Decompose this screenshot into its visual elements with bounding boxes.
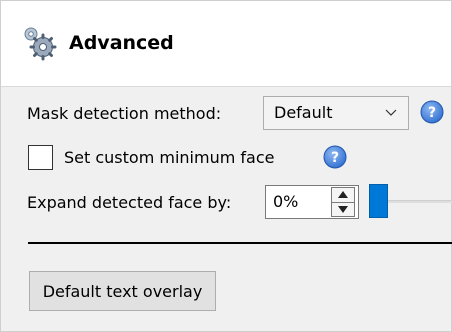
gears-icon <box>24 27 57 61</box>
mask-detection-label: Mask detection method: <box>27 104 222 123</box>
section-divider <box>28 242 452 244</box>
svg-text:?: ? <box>428 105 436 121</box>
custom-minimum-face-checkbox[interactable] <box>28 145 53 170</box>
stepper-up-button[interactable] <box>332 188 354 202</box>
panel-header: Advanced <box>1 1 451 87</box>
expand-face-stepper[interactable] <box>331 187 355 217</box>
expand-face-label: Expand detected face by: <box>27 193 232 212</box>
triangle-down-icon <box>338 206 348 213</box>
stepper-down-button[interactable] <box>332 202 354 216</box>
panel-title: Advanced <box>69 32 174 54</box>
custom-minimum-face-label: Set custom minimum face <box>64 148 275 167</box>
mask-detection-selected-value: Default <box>274 103 333 122</box>
default-text-overlay-button[interactable]: Default text overlay <box>29 271 216 311</box>
question-help-icon[interactable]: ? <box>323 145 347 169</box>
question-help-icon[interactable]: ? <box>420 100 444 124</box>
mask-detection-dropdown[interactable]: Default <box>263 96 409 130</box>
expand-face-slider-thumb[interactable] <box>369 184 388 218</box>
advanced-settings-panel: Advanced Mask detection method: Default … <box>0 0 452 332</box>
triangle-up-icon <box>338 191 348 198</box>
expand-face-value: 0% <box>273 192 299 211</box>
chevron-down-icon <box>385 109 397 116</box>
svg-text:?: ? <box>331 150 339 166</box>
